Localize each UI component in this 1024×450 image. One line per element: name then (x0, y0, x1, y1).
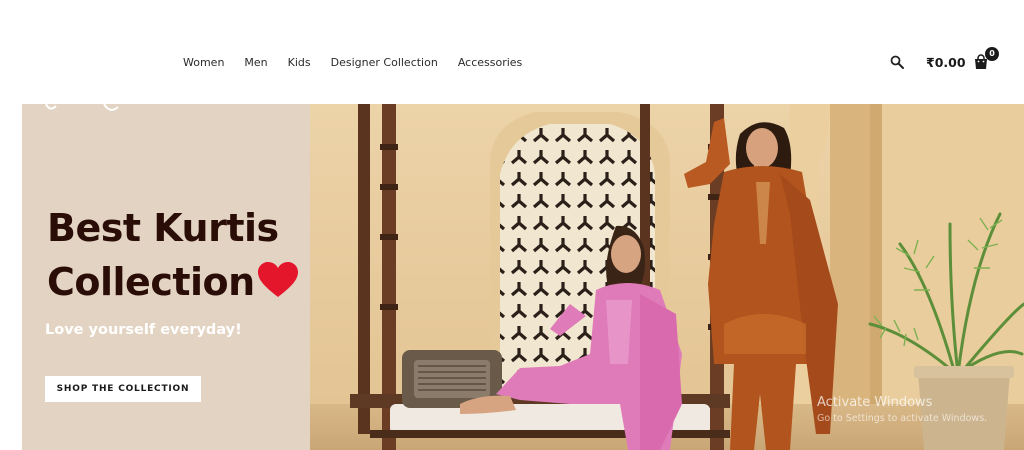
brand-logo-fragment (45, 104, 119, 111)
hero-title: Best Kurtis Collection (47, 201, 317, 309)
nav-item-designer-collection[interactable]: Designer Collection (331, 56, 438, 69)
search-icon (890, 55, 904, 69)
nav-item-accessories[interactable]: Accessories (458, 56, 522, 69)
nav-item-men[interactable]: Men (244, 56, 267, 69)
cart-total[interactable]: ₹0.00 (926, 55, 966, 70)
site-header: Women Men Kids Designer Collection Acces… (0, 0, 1024, 104)
activate-windows-subtitle: Go to Settings to activate Windows. (817, 413, 988, 424)
search-button[interactable] (890, 54, 906, 70)
heart-icon (257, 262, 298, 297)
nav-item-kids[interactable]: Kids (288, 56, 311, 69)
hero-title-line-1: Best Kurtis (47, 206, 279, 250)
hero-title-line-2: Collection (47, 255, 317, 309)
hero-tagline: Love yourself everyday! (45, 322, 242, 338)
main-nav: Women Men Kids Designer Collection Acces… (183, 56, 542, 69)
shop-the-collection-button[interactable]: SHOP THE COLLECTION (45, 376, 201, 402)
hero-title-line-2-text: Collection (47, 260, 255, 304)
cart-count-badge: 0 (985, 47, 999, 61)
activate-windows-title: Activate Windows (817, 395, 933, 410)
nav-item-women[interactable]: Women (183, 56, 224, 69)
